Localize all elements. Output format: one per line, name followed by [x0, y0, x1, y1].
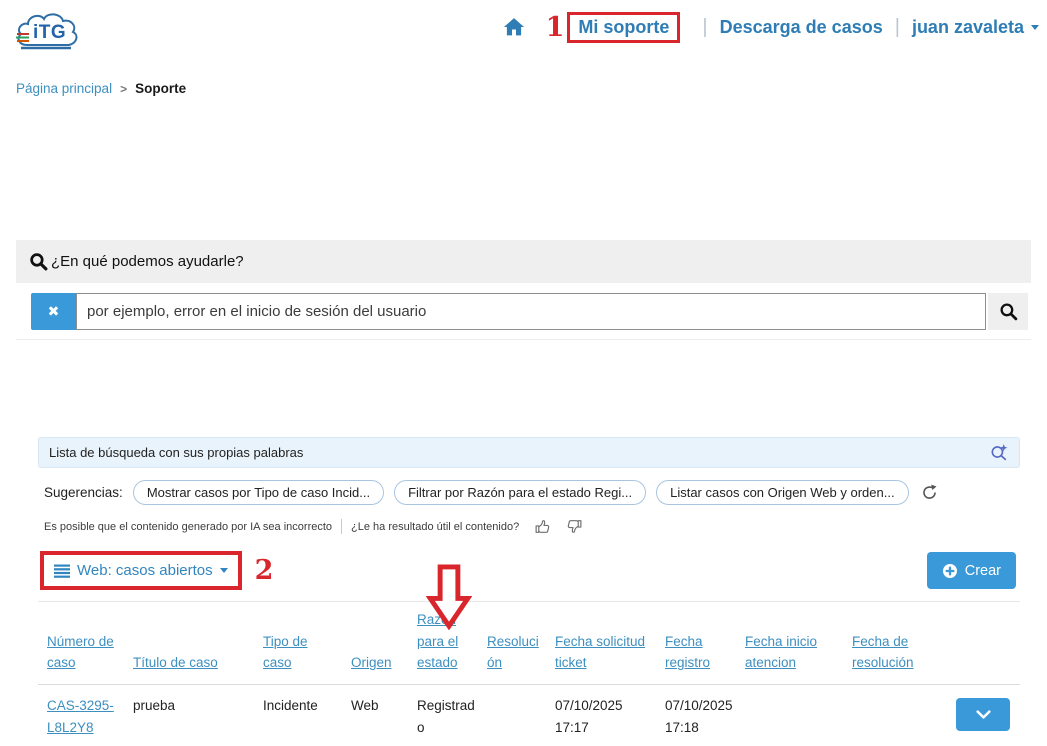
- refresh-icon[interactable]: [921, 484, 938, 501]
- case-ticket-date: 07/10/2025 17:17: [555, 695, 665, 738]
- search-panel-title: ¿En qué podemos ayudarle?: [51, 253, 244, 270]
- help-search-panel: ¿En qué podemos ayudarle? ✖: [16, 240, 1031, 340]
- view-selector-dropdown[interactable]: Web: casos abiertos: [40, 551, 242, 590]
- chevron-down-icon: [1031, 25, 1039, 30]
- search-icon: [29, 252, 48, 271]
- search-row: ✖: [16, 283, 1031, 340]
- search-input[interactable]: [76, 293, 986, 330]
- case-number-link[interactable]: CAS-3295-L8L2Y8: [47, 698, 114, 735]
- nav-mi-soporte[interactable]: Mi soporte: [567, 12, 680, 43]
- clear-search-button[interactable]: ✖: [31, 293, 76, 330]
- column-resolucion[interactable]: Resolución: [487, 631, 555, 674]
- case-title: prueba: [133, 695, 263, 738]
- case-resolution-date: [852, 695, 952, 738]
- top-navigation: 1 Mi soporte | Descarga de casos | juan …: [504, 0, 1039, 54]
- case-resolution: [487, 695, 555, 738]
- case-list-header-bar: Lista de búsqueda con sus propias palabr…: [38, 437, 1020, 468]
- view-selector-row: Web: casos abiertos 2 Crear: [38, 545, 1020, 602]
- search-panel-title-bar: ¿En qué podemos ayudarle?: [16, 240, 1031, 283]
- annotation-arrow-down: [426, 563, 472, 630]
- nav-descarga-de-casos[interactable]: Descarga de casos: [720, 17, 883, 38]
- ai-disclaimer-text: Es posible que el contenido generado por…: [44, 521, 332, 533]
- itg-logo[interactable]: iTG: [13, 7, 85, 55]
- row-expand-button[interactable]: [956, 698, 1010, 731]
- close-icon: ✖: [48, 303, 60, 320]
- nav-divider: |: [895, 16, 900, 39]
- user-menu[interactable]: juan zavaleta: [912, 17, 1039, 38]
- breadcrumb-home-link[interactable]: Página principal: [16, 81, 112, 96]
- column-fecha-registro[interactable]: Fecha registro: [665, 631, 745, 674]
- column-titulo-de-caso[interactable]: Título de caso: [133, 652, 263, 674]
- column-fecha-solicitud-ticket[interactable]: Fecha solicitud ticket: [555, 631, 665, 674]
- column-fecha-de-resolucion[interactable]: Fecha de resolución: [852, 631, 952, 674]
- suggestions-label: Sugerencias:: [44, 485, 123, 500]
- case-origin: Web: [351, 695, 417, 738]
- breadcrumb: Página principal > Soporte: [16, 81, 186, 96]
- search-submit-button[interactable]: [988, 293, 1028, 330]
- suggestion-pill[interactable]: Filtrar por Razón para el estado Regi...: [394, 480, 646, 505]
- case-list-panel: Lista de búsqueda con sus propias palabr…: [38, 437, 1020, 738]
- home-icon[interactable]: [504, 18, 524, 36]
- suggestion-pill[interactable]: Listar casos con Origen Web y orden...: [656, 480, 908, 505]
- thumbs-down-icon[interactable]: [566, 518, 583, 535]
- nav-divider: |: [702, 16, 707, 39]
- column-fecha-inicio-atencion[interactable]: Fecha inicio atencion: [745, 631, 852, 674]
- column-tipo-de-caso[interactable]: Tipo de caso: [263, 631, 351, 674]
- feedback-question: ¿Le ha resultado útil el contenido?: [351, 521, 519, 533]
- column-numero-de-caso[interactable]: Número de caso: [47, 631, 133, 674]
- ai-search-icon[interactable]: [990, 443, 1009, 462]
- annotation-step-2: 2: [255, 557, 274, 584]
- case-register-date: 07/10/2025 17:18: [665, 695, 745, 738]
- user-name: juan zavaleta: [912, 17, 1024, 38]
- create-button-label: Crear: [965, 563, 1001, 579]
- case-type: Incidente: [263, 695, 351, 738]
- suggestions-row: Sugerencias: Mostrar casos por Tipo de c…: [38, 468, 1020, 513]
- logo-text: iTG: [33, 22, 66, 44]
- breadcrumb-separator: >: [120, 82, 127, 96]
- case-table-header: Número de caso Título de caso Tipo de ca…: [38, 602, 1020, 685]
- suggestion-pill[interactable]: Mostrar casos por Tipo de caso Incid...: [133, 480, 384, 505]
- list-icon: [54, 564, 70, 578]
- search-icon: [999, 302, 1018, 321]
- column-origen[interactable]: Origen: [351, 652, 417, 674]
- support-portal-page: iTG 1 Mi soporte | Descarga de casos | j…: [0, 0, 1047, 746]
- create-case-button[interactable]: Crear: [927, 552, 1016, 589]
- case-list-title: Lista de búsqueda con sus propias palabr…: [49, 445, 990, 460]
- breadcrumb-current: Soporte: [135, 81, 186, 96]
- ai-disclaimer-row: Es posible que el contenido generado por…: [38, 513, 1020, 545]
- chevron-down-icon: [976, 710, 991, 719]
- chevron-down-icon: [220, 568, 228, 573]
- case-start-date: [745, 695, 852, 738]
- annotation-step-1: 1: [546, 14, 565, 41]
- divider: [341, 519, 342, 534]
- table-row: CAS-3295-L8L2Y8 prueba Incidente Web Reg…: [38, 685, 1020, 738]
- view-selector-label: Web: casos abiertos: [77, 562, 213, 579]
- case-status-reason: Registrado: [417, 695, 487, 738]
- thumbs-up-icon[interactable]: [534, 518, 551, 535]
- plus-circle-icon: [942, 563, 958, 579]
